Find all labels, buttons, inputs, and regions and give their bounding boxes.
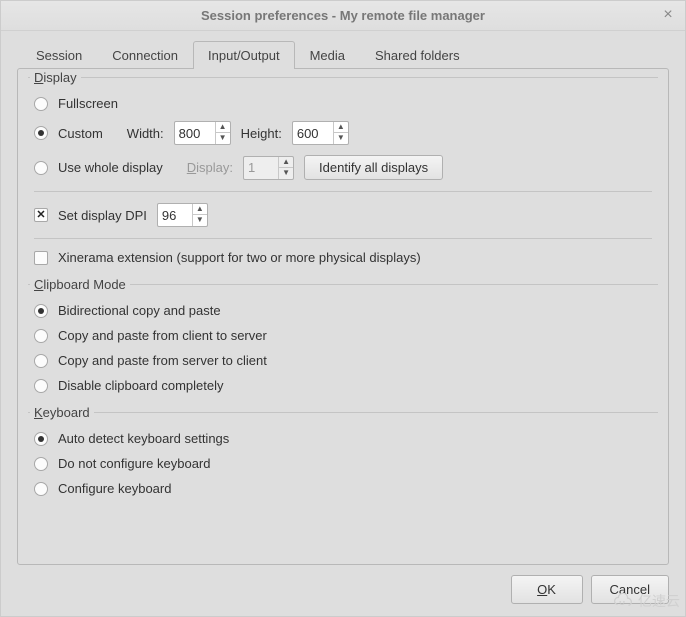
checkbox-dpi[interactable]: ✕ bbox=[34, 208, 48, 222]
identify-displays-button[interactable]: Identify all displays bbox=[304, 155, 443, 180]
window: Session preferences - My remote file man… bbox=[0, 0, 686, 617]
display-num-input bbox=[244, 157, 278, 179]
whole-display-label: Use whole display bbox=[58, 160, 163, 175]
clipboard-option-label: Copy and paste from client to server bbox=[58, 328, 267, 343]
tab-bar: Session Connection Input/Output Media Sh… bbox=[17, 41, 669, 69]
display-num-spin-buttons: ▲▼ bbox=[278, 157, 293, 179]
custom-label: Custom bbox=[58, 126, 103, 141]
radio-clip-c2s[interactable] bbox=[34, 329, 48, 343]
clipboard-option-s2c[interactable]: Copy and paste from server to client bbox=[34, 348, 652, 373]
xinerama-label: Xinerama extension (support for two or m… bbox=[58, 250, 421, 265]
height-input[interactable] bbox=[293, 122, 333, 144]
radio-kb-none[interactable] bbox=[34, 457, 48, 471]
radio-clip-s2c[interactable] bbox=[34, 354, 48, 368]
height-stepper[interactable]: ▲▼ bbox=[292, 121, 349, 145]
width-label: Width: bbox=[127, 126, 164, 141]
width-input[interactable] bbox=[175, 122, 215, 144]
tab-connection[interactable]: Connection bbox=[97, 41, 193, 69]
xinerama-row[interactable]: Xinerama extension (support for two or m… bbox=[34, 245, 652, 270]
divider bbox=[34, 191, 652, 192]
radio-clip-disable[interactable] bbox=[34, 379, 48, 393]
keyboard-option-auto[interactable]: Auto detect keyboard settings bbox=[34, 426, 652, 451]
clipboard-option-label: Disable clipboard completely bbox=[58, 378, 223, 393]
titlebar: Session preferences - My remote file man… bbox=[1, 1, 685, 31]
tab-session[interactable]: Session bbox=[21, 41, 97, 69]
keyboard-option-configure[interactable]: Configure keyboard bbox=[34, 476, 652, 501]
chevron-down-icon[interactable]: ▼ bbox=[193, 215, 207, 226]
dpi-spin-buttons[interactable]: ▲▼ bbox=[192, 204, 207, 226]
divider bbox=[34, 238, 652, 239]
whole-display-row[interactable]: Use whole display Display: ▲▼ Identify a… bbox=[34, 150, 652, 185]
display-fieldset: Display Fullscreen Custom Width: ▲▼ bbox=[28, 77, 658, 274]
keyboard-legend: Keyboard bbox=[30, 405, 94, 420]
panel: Display Fullscreen Custom Width: ▲▼ bbox=[17, 68, 669, 565]
clipboard-option-c2s[interactable]: Copy and paste from client to server bbox=[34, 323, 652, 348]
window-title: Session preferences - My remote file man… bbox=[201, 8, 485, 23]
width-spin-buttons[interactable]: ▲▼ bbox=[215, 122, 230, 144]
clipboard-option-bidirectional[interactable]: Bidirectional copy and paste bbox=[34, 298, 652, 323]
keyboard-option-none[interactable]: Do not configure keyboard bbox=[34, 451, 652, 476]
custom-row[interactable]: Custom Width: ▲▼ Height: ▲▼ bbox=[34, 116, 652, 150]
chevron-down-icon: ▼ bbox=[279, 168, 293, 179]
display-num-label: Display: bbox=[187, 160, 233, 175]
chevron-down-icon[interactable]: ▼ bbox=[334, 133, 348, 144]
clipboard-option-label: Copy and paste from server to client bbox=[58, 353, 267, 368]
keyboard-option-label: Auto detect keyboard settings bbox=[58, 431, 229, 446]
fullscreen-label: Fullscreen bbox=[58, 96, 118, 111]
radio-fullscreen[interactable] bbox=[34, 97, 48, 111]
dpi-stepper[interactable]: ▲▼ bbox=[157, 203, 208, 227]
clipboard-fieldset: Clipboard Mode Bidirectional copy and pa… bbox=[28, 284, 658, 402]
radio-custom[interactable] bbox=[34, 126, 48, 140]
chevron-up-icon[interactable]: ▲ bbox=[334, 122, 348, 133]
clipboard-option-disable[interactable]: Disable clipboard completely bbox=[34, 373, 652, 398]
width-stepper[interactable]: ▲▼ bbox=[174, 121, 231, 145]
dialog-footer: OK Cancel bbox=[1, 565, 685, 616]
chevron-up-icon[interactable]: ▲ bbox=[216, 122, 230, 133]
checkbox-xinerama[interactable] bbox=[34, 251, 48, 265]
ok-button[interactable]: OK bbox=[511, 575, 583, 604]
clipboard-legend: Clipboard Mode bbox=[30, 277, 130, 292]
keyboard-option-label: Do not configure keyboard bbox=[58, 456, 210, 471]
cancel-button[interactable]: Cancel bbox=[591, 575, 669, 604]
dpi-row[interactable]: ✕ Set display DPI ▲▼ bbox=[34, 198, 652, 232]
radio-clip-bidir[interactable] bbox=[34, 304, 48, 318]
keyboard-fieldset: Keyboard Auto detect keyboard settings D… bbox=[28, 412, 658, 505]
close-icon[interactable]: × bbox=[659, 7, 677, 25]
tab-media[interactable]: Media bbox=[295, 41, 360, 69]
display-legend: Display bbox=[30, 70, 81, 85]
radio-kb-auto[interactable] bbox=[34, 432, 48, 446]
fullscreen-row[interactable]: Fullscreen bbox=[34, 91, 652, 116]
chevron-up-icon: ▲ bbox=[279, 157, 293, 168]
chevron-down-icon[interactable]: ▼ bbox=[216, 133, 230, 144]
tab-shared-folders[interactable]: Shared folders bbox=[360, 41, 475, 69]
dpi-input[interactable] bbox=[158, 204, 192, 226]
content-area: Session Connection Input/Output Media Sh… bbox=[1, 31, 685, 565]
clipboard-option-label: Bidirectional copy and paste bbox=[58, 303, 221, 318]
keyboard-option-label: Configure keyboard bbox=[58, 481, 171, 496]
radio-kb-configure[interactable] bbox=[34, 482, 48, 496]
dpi-label: Set display DPI bbox=[58, 208, 147, 223]
chevron-up-icon[interactable]: ▲ bbox=[193, 204, 207, 215]
tab-input-output[interactable]: Input/Output bbox=[193, 41, 295, 69]
height-spin-buttons[interactable]: ▲▼ bbox=[333, 122, 348, 144]
display-num-stepper: ▲▼ bbox=[243, 156, 294, 180]
radio-whole-display[interactable] bbox=[34, 161, 48, 175]
height-label: Height: bbox=[241, 126, 282, 141]
